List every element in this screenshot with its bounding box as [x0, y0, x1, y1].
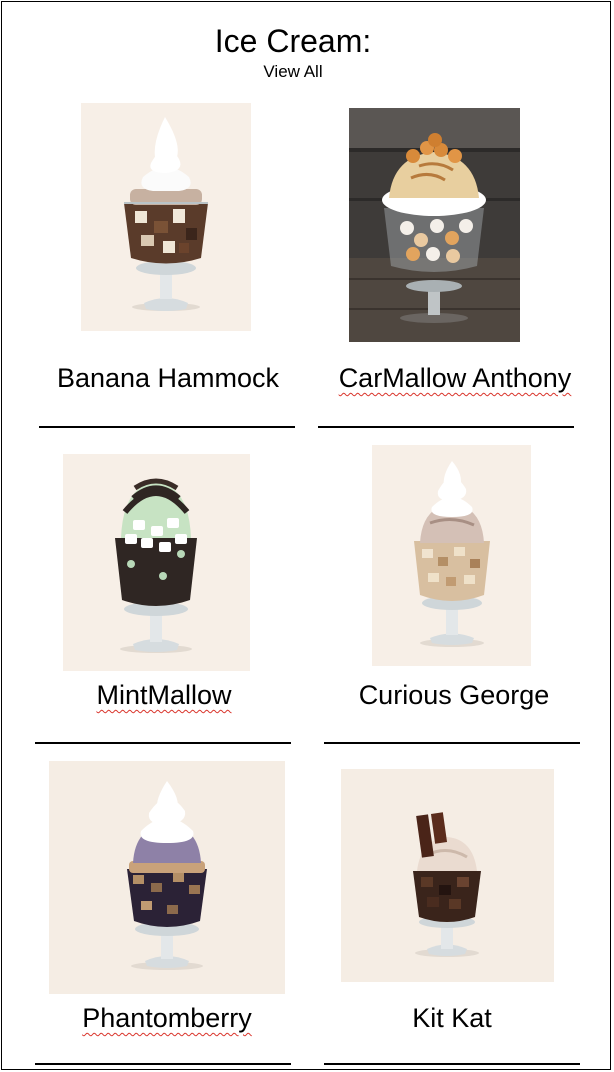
curious-george-photo[interactable] [372, 445, 531, 666]
page-frame: Ice Cream: View All Banana Hammock CarMa… [1, 1, 611, 1070]
item-name-text: Phantomberry [82, 1003, 252, 1033]
banana-hammock-photo[interactable] [81, 103, 251, 331]
divider-line [39, 426, 295, 428]
item-name-curious-george[interactable]: Curious George [326, 679, 582, 711]
phantomberry-photo[interactable] [49, 761, 285, 994]
view-all-link[interactable]: View All [2, 62, 584, 82]
divider-line [324, 1063, 580, 1065]
divider-line [324, 742, 580, 744]
page-title: Ice Cream: [214, 23, 372, 59]
item-name-carmallow-anthony[interactable]: CarMallow Anthony [324, 362, 586, 394]
carmallow-anthony-photo[interactable] [349, 108, 520, 342]
mintmallow-photo[interactable] [63, 454, 250, 671]
divider-line [318, 426, 574, 428]
divider-line [35, 1063, 291, 1065]
item-name-text: CarMallow Anthony [338, 363, 572, 393]
item-name-text: MintMallow [96, 680, 232, 710]
kit-kat-photo[interactable] [341, 769, 554, 982]
item-name-kit-kat[interactable]: Kit Kat [324, 1002, 580, 1034]
item-name-banana-hammock[interactable]: Banana Hammock [40, 362, 296, 394]
divider-line [35, 742, 291, 744]
item-name-phantomberry[interactable]: Phantomberry [39, 1002, 295, 1034]
item-name-mintmallow[interactable]: MintMallow [36, 679, 292, 711]
